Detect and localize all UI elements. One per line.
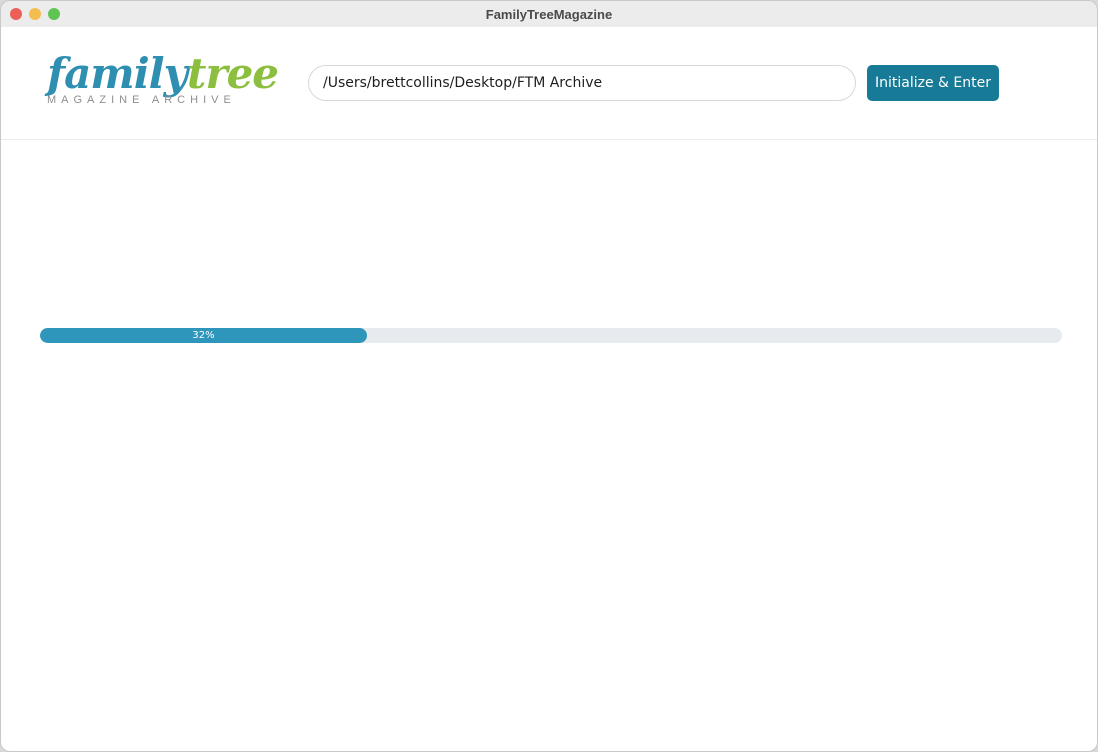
- archive-path-input[interactable]: [308, 65, 856, 101]
- logo-wordmark: familytree: [47, 49, 279, 98]
- progress-bar-fill: 32%: [40, 328, 368, 343]
- window-title: FamilyTreeMagazine: [485, 7, 613, 22]
- familytree-logo: familytree MAGAZINE ARCHIVE: [47, 49, 279, 115]
- progress-bar: 32%: [40, 328, 1062, 343]
- header: familytree MAGAZINE ARCHIVE Initialize &…: [1, 27, 1097, 140]
- logo-word-family: family: [47, 49, 188, 98]
- initialize-enter-button[interactable]: Initialize & Enter: [867, 65, 999, 101]
- title-bar: FamilyTreeMagazine: [1, 1, 1097, 27]
- logo-word-tree: tree: [187, 49, 279, 98]
- app-window: FamilyTreeMagazine familytree MAGAZINE A…: [0, 0, 1098, 752]
- logo-subtitle: MAGAZINE ARCHIVE: [47, 94, 236, 106]
- progress-percent-label: 32%: [192, 330, 215, 341]
